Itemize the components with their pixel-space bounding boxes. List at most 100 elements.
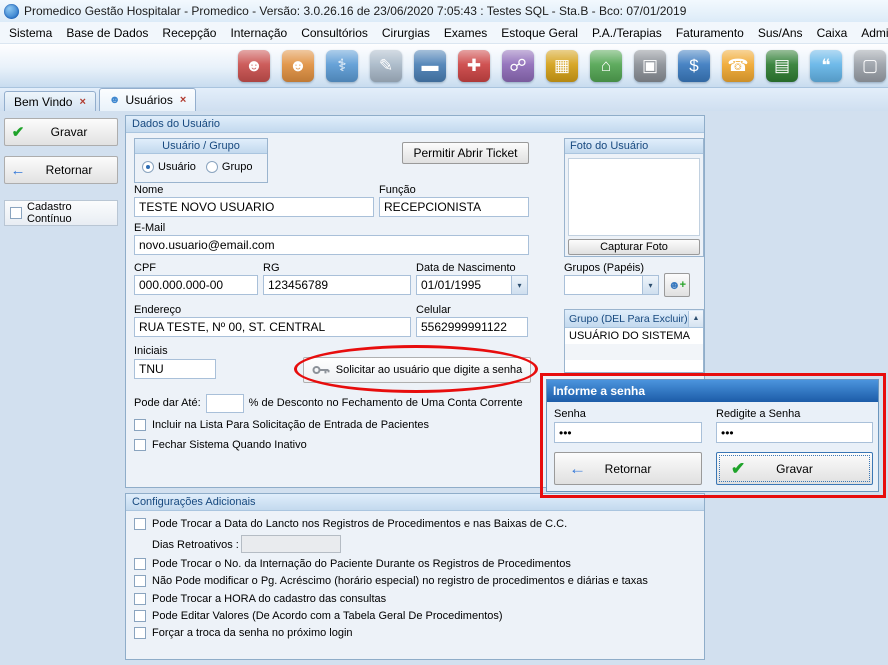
radio-usuario[interactable]: Usuário: [142, 161, 196, 173]
desconto-input[interactable]: [206, 394, 244, 413]
solicitar-senha-button[interactable]: Solicitar ao usuário que digite a senha: [303, 357, 531, 383]
endereco-input[interactable]: [134, 317, 411, 337]
menu-item-faturamento[interactable]: Faturamento: [669, 26, 751, 40]
checkbox-icon: [134, 439, 146, 451]
menu-item-cirurgias[interactable]: Cirurgias: [375, 26, 437, 40]
ambulance-icon[interactable]: ✚: [458, 50, 490, 82]
exit-icon[interactable]: ☻: [238, 50, 270, 82]
senha-input[interactable]: [554, 422, 702, 443]
retornar-label: Retornar: [31, 163, 107, 177]
capturar-foto-button[interactable]: Capturar Foto: [568, 239, 700, 255]
grupos-papeis-label: Grupos (Papéis): [564, 262, 644, 274]
chat-icon[interactable]: ❝: [810, 50, 842, 82]
arrow-left-icon: ←: [569, 459, 586, 479]
config-label-hora-consultas: Pode Trocar a HORA do cadastro das consu…: [152, 593, 386, 605]
checkbox-icon: [134, 575, 146, 587]
app-window: Promedico Gestão Hospitalar - Promedico …: [0, 0, 888, 665]
menu-item-caixa[interactable]: Caixa: [810, 26, 855, 40]
informe-senha-title: Informe a senha: [547, 380, 878, 402]
incluir-lista-checkbox[interactable]: Incluir na Lista Para Solicitação de Ent…: [134, 419, 429, 431]
radio-grupo[interactable]: Grupo: [206, 161, 253, 173]
rg-label: RG: [263, 262, 280, 274]
reports-icon[interactable]: ▢: [854, 50, 886, 82]
solicitar-senha-label: Solicitar ao usuário que digite a senha: [336, 364, 523, 376]
config-checkbox-data-lancto[interactable]: Pode Trocar a Data do Lancto nos Registr…: [134, 518, 567, 530]
foto-usuario-header: Foto do Usuário: [565, 139, 703, 154]
main-toolbar: ☻ ☻ ⚕ ✎ ▬ ✚ ☍ ▦ ⌂ ▣ $ ☎ ▤ ❝ ▢: [0, 44, 888, 88]
cadastro-continuo-label: Cadastro Contínuo: [27, 201, 117, 225]
menu-item-pa-terapias[interactable]: P.A./Terapias: [585, 26, 669, 40]
config-checkbox-editar-valores[interactable]: Pode Editar Valores (De Acordo com a Tab…: [134, 610, 503, 622]
billing-icon[interactable]: $: [678, 50, 710, 82]
celular-label: Celular: [416, 304, 451, 316]
checkbox-icon: [134, 419, 146, 431]
config-checkbox-pg-acrescimo[interactable]: Não Pode modificar o Pg. Acréscimo (horá…: [134, 575, 648, 587]
tab-bem-vindo[interactable]: Bem Vindo ×: [4, 91, 96, 111]
cadastro-continuo-checkbox[interactable]: Cadastro Contínuo: [4, 200, 118, 226]
chevron-down-icon[interactable]: ▾: [642, 276, 658, 294]
config-checkbox-no-internacao[interactable]: Pode Trocar o No. da Internação do Pacie…: [134, 558, 571, 570]
close-icon[interactable]: ×: [180, 94, 186, 106]
config-adicionais-header: Configurações Adicionais: [126, 494, 704, 511]
dialog-retornar-button[interactable]: ← Retornar: [554, 452, 702, 485]
celular-input[interactable]: [416, 317, 528, 337]
menu-item-exames[interactable]: Exames: [437, 26, 494, 40]
radio-grupo-label: Grupo: [222, 161, 253, 173]
safe-icon[interactable]: ▣: [634, 50, 666, 82]
patients-icon[interactable]: ☻: [282, 50, 314, 82]
grupos-papeis-combo[interactable]: ▾: [564, 275, 659, 295]
pharmacy-icon[interactable]: ⌂: [590, 50, 622, 82]
tab-bar: Bem Vindo × ☻ Usuários ×: [0, 88, 888, 111]
dias-retroativos-input: [241, 535, 341, 553]
iniciais-input[interactable]: [134, 359, 216, 379]
rg-input[interactable]: [263, 275, 411, 295]
config-label-pg-acrescimo: Não Pode modificar o Pg. Acréscimo (horá…: [152, 575, 648, 587]
radio-off-icon: [206, 161, 218, 173]
retornar-button[interactable]: ← Retornar: [4, 156, 118, 184]
close-icon[interactable]: ×: [79, 96, 85, 108]
prescription-icon[interactable]: ✎: [370, 50, 402, 82]
nascimento-label: Data de Nascimento: [416, 262, 516, 274]
chevron-down-icon[interactable]: ▾: [511, 276, 527, 294]
usuario-grupo-header: Usuário / Grupo: [135, 139, 267, 154]
desconto-row: Pode dar Até: % de Desconto no Fechament…: [134, 393, 523, 413]
nascimento-combo[interactable]: 01/01/1995 ▾: [416, 275, 528, 295]
config-label-forcar-troca-senha: Forçar a troca da senha no próximo login: [152, 627, 353, 639]
menu-item-estoque-geral[interactable]: Estoque Geral: [494, 26, 585, 40]
doctor-icon[interactable]: ⚕: [326, 50, 358, 82]
tab-usuarios[interactable]: ☻ Usuários ×: [99, 88, 196, 111]
permitir-abrir-ticket-button[interactable]: Permitir Abrir Ticket: [402, 142, 529, 164]
network-icon[interactable]: ☍: [502, 50, 534, 82]
usuario-grupo-group: Usuário / Grupo Usuário Grupo: [134, 138, 268, 183]
menu-item-sus-ans[interactable]: Sus/Ans: [751, 26, 810, 40]
email-label: E-Mail: [134, 222, 165, 234]
scroll-up-icon[interactable]: ▲: [688, 311, 703, 327]
gravar-button[interactable]: ✔ Gravar: [4, 118, 118, 146]
dados-usuario-header: Dados do Usuário: [126, 116, 704, 133]
menu-item-internacao[interactable]: Internação: [223, 26, 294, 40]
fechar-sistema-checkbox[interactable]: Fechar Sistema Quando Inativo: [134, 439, 307, 451]
dialog-gravar-button[interactable]: ✔ Gravar: [716, 452, 873, 485]
menu-item-consultorios[interactable]: Consultórios: [294, 26, 375, 40]
cpf-input[interactable]: [134, 275, 258, 295]
usuario-grupo-options: Usuário Grupo: [135, 154, 267, 173]
nome-input[interactable]: [134, 197, 374, 217]
redigite-senha-input[interactable]: [716, 422, 873, 443]
config-checkbox-hora-consultas[interactable]: Pode Trocar a HORA do cadastro das consu…: [134, 593, 386, 605]
ledger-icon[interactable]: ▤: [766, 50, 798, 82]
menu-item-base-de-dados[interactable]: Base de Dados: [59, 26, 155, 40]
checkbox-icon: [134, 627, 146, 639]
phone-icon[interactable]: ☎: [722, 50, 754, 82]
add-group-button[interactable]: ☻+: [664, 273, 690, 297]
menu-item-sistema[interactable]: Sistema: [2, 26, 59, 40]
funcao-input[interactable]: [379, 197, 529, 217]
menu-item-recepcao[interactable]: Recepção: [155, 26, 223, 40]
capturar-foto-label: Capturar Foto: [600, 241, 668, 253]
menu-item-administracao[interactable]: Administra: [854, 26, 888, 40]
supplies-icon[interactable]: ▦: [546, 50, 578, 82]
hospital-bed-icon[interactable]: ▬: [414, 50, 446, 82]
funcao-label: Função: [379, 184, 416, 196]
grupo-list-item[interactable]: USUÁRIO DO SISTEMA: [565, 328, 703, 344]
email-input[interactable]: [134, 235, 529, 255]
config-checkbox-forcar-troca-senha[interactable]: Forçar a troca da senha no próximo login: [134, 627, 353, 639]
